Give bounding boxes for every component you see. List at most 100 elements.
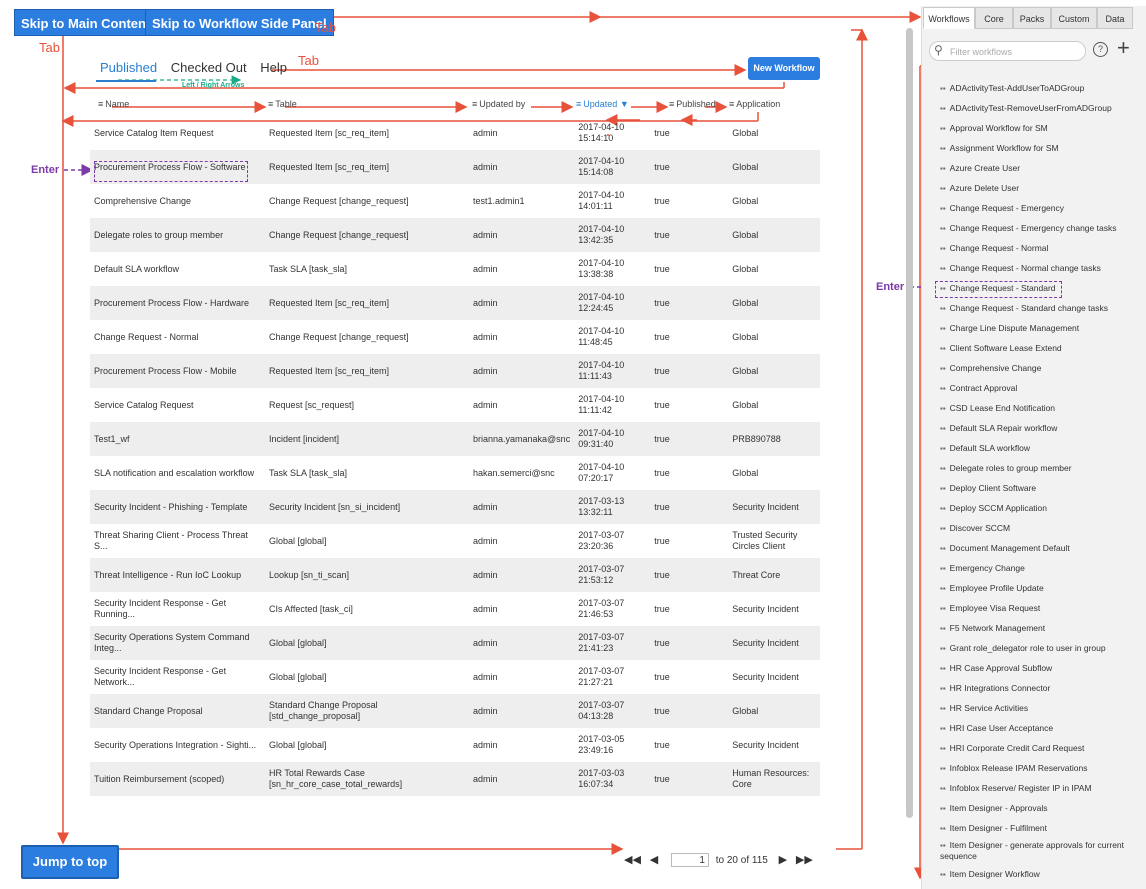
page-number-input[interactable]: 1	[670, 853, 709, 868]
row-name[interactable]: Security Incident Response - Get Running…	[90, 592, 265, 626]
list-item[interactable]: ▪▪ HR Integrations Connector	[940, 680, 1145, 700]
panel-tab-packs[interactable]: Packs	[1013, 7, 1051, 29]
list-item[interactable]: ▪▪ Assignment Workflow for SM	[940, 140, 1145, 160]
col-header-application[interactable]: ≡ Application	[729, 99, 780, 109]
row-name[interactable]: Procurement Process Flow - Hardware	[90, 286, 265, 320]
list-item[interactable]: ▪▪ Change Request - Normal change tasks	[940, 260, 1145, 280]
tab-published[interactable]: Published	[100, 60, 157, 75]
row-name[interactable]: Service Catalog Item Request	[90, 116, 265, 150]
list-item[interactable]: ▪▪ CSD Lease End Notification	[940, 400, 1145, 420]
list-item[interactable]: ▪▪ Default SLA Repair workflow	[940, 420, 1145, 440]
list-item[interactable]: ▪▪ Change Request - Emergency change task…	[940, 220, 1145, 240]
col-header-published[interactable]: ≡ Published	[669, 99, 716, 109]
list-item[interactable]: ▪▪ Deploy SCCM Application	[940, 500, 1145, 520]
list-item[interactable]: ▪▪ Azure Create User	[940, 160, 1145, 180]
list-item[interactable]: ▪▪ Deploy Client Software	[940, 480, 1145, 500]
list-item[interactable]: ▪▪ Change Request - Standard change tasks	[940, 300, 1145, 320]
list-item[interactable]: ▪▪ Default SLA workflow	[940, 440, 1145, 460]
table-row[interactable]: Service Catalog Item Request Requested It…	[90, 116, 820, 150]
table-row[interactable]: Threat Sharing Client - Process Threat S…	[90, 524, 820, 558]
panel-tab-data[interactable]: Data	[1097, 7, 1133, 29]
col-header-name[interactable]: ≡ Name	[98, 99, 129, 109]
row-name[interactable]: Threat Sharing Client - Process Threat S…	[90, 524, 265, 558]
list-item[interactable]: ▪▪ Infoblox Release IPAM Reservations	[940, 760, 1145, 780]
table-row[interactable]: Threat Intelligence - Run IoC Lookup Look…	[90, 558, 820, 592]
list-item[interactable]: ▪▪ ADActivityTest-AddUserToADGroup	[940, 80, 1145, 100]
list-item[interactable]: ▪▪ HR Service Activities	[940, 700, 1145, 720]
last-page-icon[interactable]: ▶▶	[796, 854, 813, 866]
list-item[interactable]: ▪▪ Emergency Change	[940, 560, 1145, 580]
table-row[interactable]: Tuition Reimbursement (scoped) HR Total R…	[90, 762, 820, 796]
list-item[interactable]: ▪▪ Delegate roles to group member	[940, 460, 1145, 480]
list-item[interactable]: ▪▪ ADActivityTest-RemoveUserFromADGroup	[940, 100, 1145, 120]
table-row[interactable]: Security Operations Integration - Sighti…	[90, 728, 820, 762]
row-name[interactable]: Test1_wf	[90, 422, 265, 456]
list-item[interactable]: ▪▪ Charge Line Dispute Management	[940, 320, 1145, 340]
table-row[interactable]: Security Operations System Command Integ…	[90, 626, 820, 660]
table-row[interactable]: Delegate roles to group member Change Req…	[90, 218, 820, 252]
row-name[interactable]: Security Operations Integration - Sighti…	[90, 728, 265, 762]
table-row[interactable]: Security Incident Response - Get Running…	[90, 592, 820, 626]
list-item[interactable]: ▪▪ Item Designer Workflow	[940, 866, 1145, 886]
table-row[interactable]: SLA notification and escalation workflow…	[90, 456, 820, 490]
table-row[interactable]: Procurement Process Flow - Mobile Request…	[90, 354, 820, 388]
list-item[interactable]: ▪▪ HRI Case User Acceptance	[940, 720, 1145, 740]
list-item[interactable]: ▪▪ Comprehensive Change	[940, 360, 1145, 380]
list-item[interactable]: ▪▪ F5 Network Management	[940, 620, 1145, 640]
row-name[interactable]: Security Operations System Command Integ…	[90, 626, 265, 660]
row-name[interactable]: Security Incident - Phishing - Template	[90, 490, 265, 524]
list-item[interactable]: ▪▪ Change Request - Normal	[940, 240, 1145, 260]
table-row[interactable]: Default SLA workflow Task SLA [task_sla] a…	[90, 252, 820, 286]
panel-tab-core[interactable]: Core	[975, 7, 1013, 29]
skip-to-panel-button[interactable]: Skip to Workflow Side Panel	[145, 9, 334, 36]
list-item[interactable]: ▪▪ HRI Corporate Credit Card Request	[940, 740, 1145, 760]
list-item[interactable]: ▪▪ Employee Profile Update	[940, 580, 1145, 600]
list-item[interactable]: ▪▪ Employee Visa Request	[940, 600, 1145, 620]
table-row[interactable]: Standard Change Proposal Standard Change …	[90, 694, 820, 728]
prev-page-icon[interactable]: ◀	[650, 854, 658, 866]
jump-to-top-button[interactable]: Jump to top	[21, 845, 119, 879]
row-name[interactable]: Delegate roles to group member	[90, 218, 265, 252]
list-item[interactable]: ▪▪ Approval Workflow for SM	[940, 120, 1145, 140]
col-header-table[interactable]: ≡ Table	[268, 99, 297, 109]
tab-help[interactable]: Help	[260, 60, 287, 75]
row-name[interactable]: Security Incident Response - Get Network…	[90, 660, 265, 694]
table-row[interactable]: Test1_wf Incident [incident] brianna.yaman…	[90, 422, 820, 456]
list-item[interactable]: ▪▪ Item Designer - Fulfilment	[940, 820, 1145, 840]
list-item[interactable]: ▪▪ Infoblox Reserve/ Register IP in IPAM	[940, 780, 1145, 800]
row-name[interactable]: Comprehensive Change	[90, 184, 265, 218]
new-workflow-button[interactable]: New Workflow	[748, 57, 820, 80]
list-item[interactable]: ▪▪ HR Case Approval Subflow	[940, 660, 1145, 680]
row-name[interactable]: SLA notification and escalation workflow	[90, 456, 265, 490]
add-icon[interactable]: +	[1117, 36, 1130, 60]
col-header-updated-by[interactable]: ≡ Updated by	[472, 99, 525, 109]
list-item[interactable]: ▪▪ Azure Delete User	[940, 180, 1145, 200]
table-row[interactable]: Security Incident - Phishing - Template S…	[90, 490, 820, 524]
table-row[interactable]: Comprehensive Change Change Request [chan…	[90, 184, 820, 218]
row-name[interactable]: Change Request - Normal	[90, 320, 265, 354]
row-name[interactable]: Procurement Process Flow - Mobile	[90, 354, 265, 388]
row-name[interactable]: Tuition Reimbursement (scoped)	[90, 762, 265, 796]
row-name[interactable]: Standard Change Proposal	[90, 694, 265, 728]
help-icon[interactable]: ?	[1093, 42, 1108, 57]
list-item[interactable]: ▪▪ Discover SCCM	[940, 520, 1145, 540]
row-name[interactable]: Threat Intelligence - Run IoC Lookup	[90, 558, 265, 592]
list-item[interactable]: ▪▪ Document Management Default	[940, 540, 1145, 560]
table-row[interactable]: Service Catalog Request Request [sc_reque…	[90, 388, 820, 422]
list-item[interactable]: ▪▪ Contract Approval	[940, 380, 1145, 400]
list-item[interactable]: ▪▪ Client Software Lease Extend	[940, 340, 1145, 360]
list-item[interactable]: ▪▪ Item Designer - generate approvals for…	[940, 840, 1145, 866]
list-item[interactable]: ▪▪ Change Request - Emergency	[940, 200, 1145, 220]
panel-tab-custom[interactable]: Custom	[1051, 7, 1097, 29]
list-item[interactable]: ▪▪ Item Designer - Approvals	[940, 800, 1145, 820]
tab-checked-out[interactable]: Checked Out	[171, 60, 247, 75]
skip-to-main-button[interactable]: Skip to Main Content	[14, 9, 158, 36]
col-header-updated[interactable]: ≡ Updated ▼	[576, 99, 629, 109]
first-page-icon[interactable]: ◀◀	[624, 854, 641, 866]
row-name[interactable]: Default SLA workflow	[90, 252, 265, 286]
filter-workflows-input[interactable]: Filter workflows	[929, 41, 1086, 61]
row-name[interactable]: Service Catalog Request	[90, 388, 265, 422]
main-scrollbar[interactable]	[906, 28, 913, 818]
list-item[interactable]: ▪▪ Grant role_delegator role to user in g…	[940, 640, 1145, 660]
panel-tab-workflows[interactable]: Workflows	[923, 7, 975, 29]
